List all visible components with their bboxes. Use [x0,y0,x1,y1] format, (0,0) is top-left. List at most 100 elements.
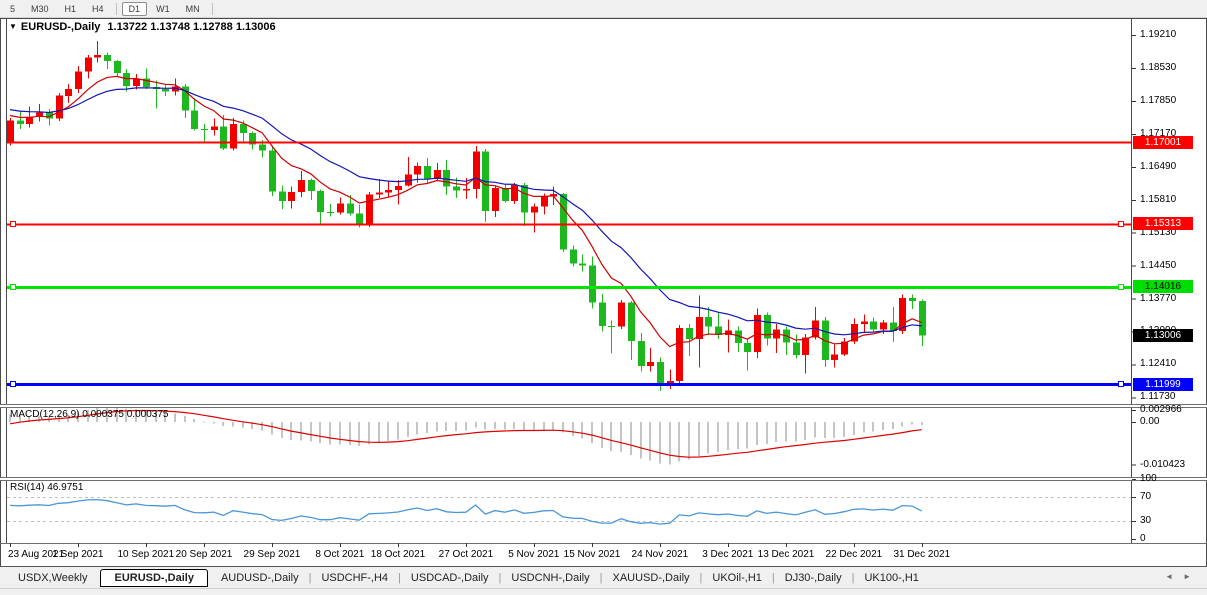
candle [861,321,868,324]
macd-histogram-bar [901,422,903,426]
macd-histogram-bar [863,422,865,433]
macd-histogram-bar [814,422,816,438]
macd-histogram-bar [407,422,409,437]
level-line-handle[interactable] [11,382,16,387]
macd-histogram-bar [339,422,341,445]
candle [366,195,373,225]
macd-histogram-bar [804,422,806,440]
candle [317,191,324,212]
date-label: 27 Oct 2021 [439,549,493,560]
macd-histogram-bar [378,422,380,443]
level-line-handle[interactable] [1119,285,1124,290]
candle [298,180,305,192]
price-axis-label: 1.17850 [1140,95,1176,106]
macd-histogram-bar [242,422,244,428]
candle [870,321,877,329]
macd-histogram-bar [581,422,583,439]
candle [647,362,654,366]
macd-histogram-bar [678,422,680,462]
macd-histogram-bar [329,422,331,445]
macd-histogram-bar [892,422,894,429]
candle [560,194,567,250]
macd-histogram-bar [426,422,428,433]
macd-histogram-bar [698,422,700,456]
macd-histogram-bar [465,422,467,431]
candle [17,120,24,123]
candle [570,250,577,264]
candle [230,124,237,149]
candle [211,127,218,130]
macd-histogram-bar [475,422,477,428]
date-label: 1 Sep 2021 [52,549,103,560]
chart-ohlc-values: 1.13722 1.13748 1.12788 1.13006 [107,21,275,33]
macd-histogram-bar [445,422,447,431]
macd-histogram-bar [630,422,632,455]
macd-histogram-bar [552,422,554,430]
candle [589,266,596,303]
macd-histogram-bar [349,422,351,445]
chart-title: ▼ EURUSD-,Daily 1.13722 1.13748 1.12788 1.… [9,21,276,33]
candle [599,302,606,326]
ma-slow-line [10,88,922,335]
candle [191,111,198,129]
macd-histogram-bar [610,422,612,451]
candle [56,96,63,119]
candle [802,338,809,355]
date-label: 15 Nov 2021 [564,549,621,560]
macd-histogram-bar [921,422,923,425]
candle [356,213,363,224]
macd-histogram-bar [707,422,709,454]
candle [7,120,14,143]
date-label: 24 Nov 2021 [632,549,689,560]
level-line-handle[interactable] [11,285,16,290]
macd-histogram-bar [358,422,360,446]
macd-histogram-bar [775,422,777,442]
rsi-axis-label: 30 [1140,515,1151,526]
level-line-handle[interactable] [1119,382,1124,387]
macd-histogram-bar [727,422,729,450]
macd-histogram-bar [203,422,205,423]
macd-axis-label: 0.002966 [1140,404,1182,415]
chart-symbol-title: EURUSD-,Daily [21,21,100,33]
level-line-handle[interactable] [11,222,16,227]
macd-histogram-bar [281,422,283,438]
price-axis-label: 1.15810 [1140,194,1176,205]
macd-histogram-bar [523,422,525,430]
candle [65,89,72,96]
rsi-axis-label: 0 [1140,533,1146,544]
macd-histogram-bar [882,422,884,430]
macd-histogram-bar [494,422,496,429]
macd-histogram-bar [543,422,545,430]
candle [831,355,838,360]
ma-fast-line [10,76,922,346]
chart-canvas [0,0,1207,595]
macd-axis-label: 0.00 [1140,416,1159,427]
rsi-line [10,500,922,524]
candle [414,166,421,175]
macd-histogram-bar [833,422,835,438]
candle [123,73,130,86]
candle [793,343,800,356]
macd-histogram-bar [310,422,312,441]
candle [880,323,887,330]
chart-dropdown-arrow-icon[interactable]: ▼ [9,22,17,31]
macd-histogram-bar [504,422,506,430]
level-line-handle[interactable] [1119,222,1124,227]
candle [259,145,266,151]
macd-histogram-bar [213,422,215,423]
macd-histogram-bar [872,422,874,432]
candle [443,170,450,187]
candle [337,204,344,213]
macd-histogram-bar [174,414,176,423]
candle [327,212,334,213]
macd-histogram-bar [222,422,224,426]
macd-histogram-bar [513,422,515,429]
macd-histogram-bar [669,422,671,465]
candle [395,186,402,190]
macd-histogram-bar [416,422,418,434]
candle [385,190,392,192]
price-tag: 1.14016 [1133,280,1193,293]
candle [541,196,548,206]
candle [376,193,383,195]
candle [705,317,712,327]
